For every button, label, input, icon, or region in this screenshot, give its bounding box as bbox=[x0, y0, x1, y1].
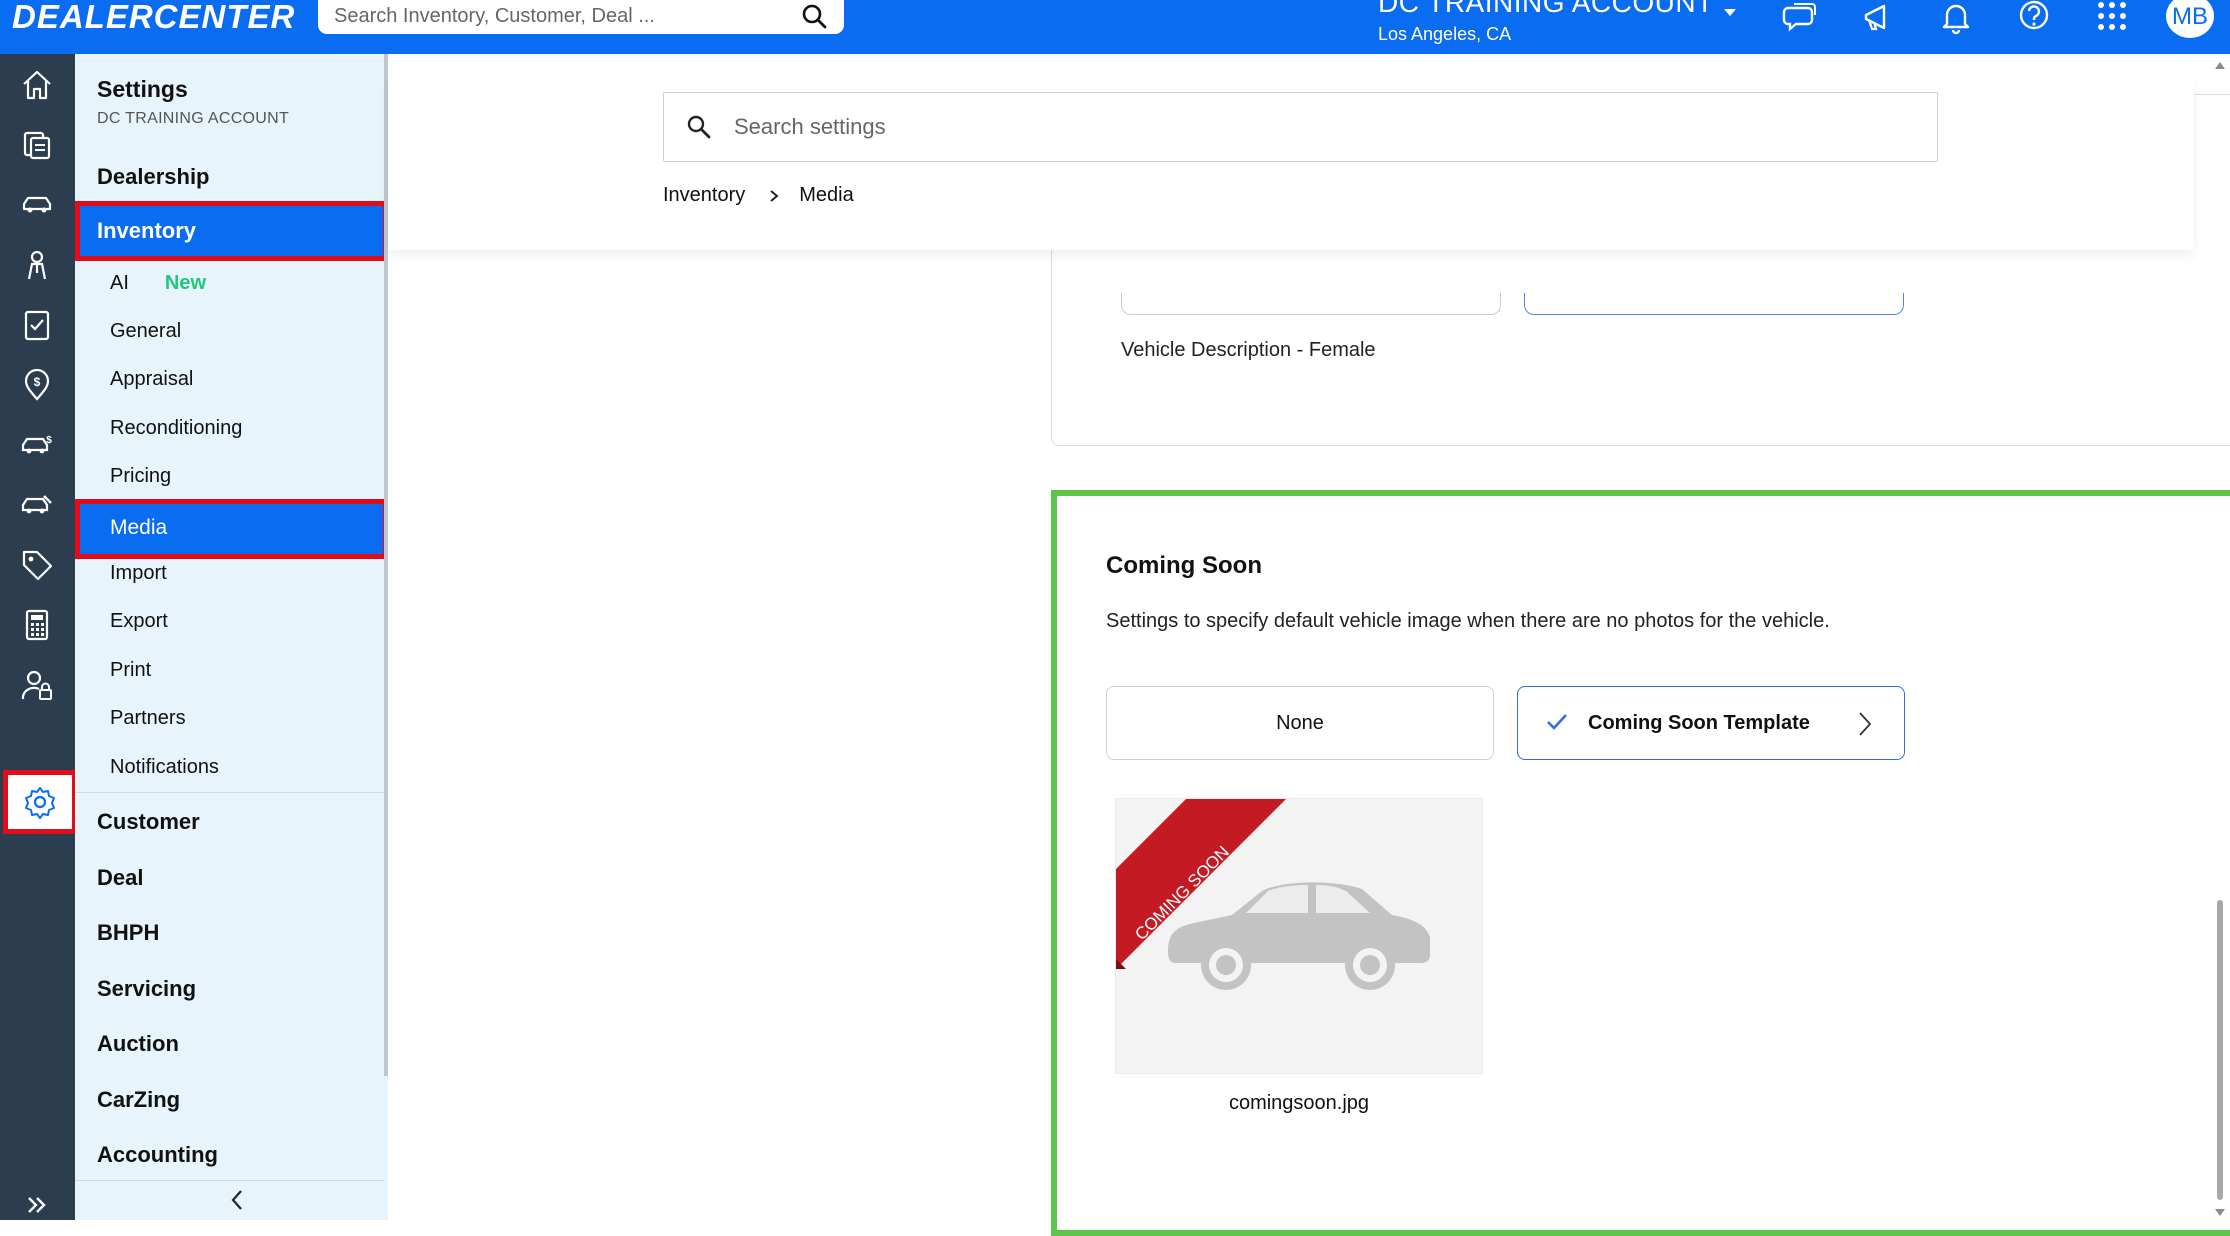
user-avatar[interactable]: MB bbox=[2166, 0, 2214, 38]
sidebar-item-accounting[interactable]: Accounting bbox=[97, 1142, 218, 1168]
settings-search-box[interactable] bbox=[663, 92, 1938, 162]
sidebar-item-appraisal[interactable]: Appraisal bbox=[110, 368, 193, 391]
global-search-input[interactable] bbox=[334, 0, 774, 32]
option-label: Coming Soon Template bbox=[1588, 712, 1810, 734]
account-location: Los Angeles, CA bbox=[1378, 24, 1512, 44]
apps-grid-icon[interactable] bbox=[2094, 0, 2130, 36]
sidebar-item-partners[interactable]: Partners bbox=[110, 707, 186, 730]
option-card-partial[interactable] bbox=[1121, 293, 1501, 315]
tag-icon[interactable] bbox=[20, 548, 54, 582]
breadcrumb-current: Media bbox=[799, 184, 854, 206]
app-logo[interactable]: DEALERCENTER bbox=[12, 0, 295, 34]
expand-double-chevron-icon[interactable] bbox=[24, 1192, 50, 1218]
breadcrumb: Inventory Media bbox=[663, 184, 854, 207]
user-lock-icon[interactable] bbox=[20, 668, 54, 702]
sidebar-footer bbox=[75, 1180, 384, 1220]
collapse-chevron-left-icon[interactable] bbox=[225, 1187, 251, 1213]
search-icon[interactable] bbox=[800, 2, 828, 30]
scroll-up-arrow-icon[interactable] bbox=[2214, 60, 2226, 70]
scroll-down-arrow-icon[interactable] bbox=[2214, 1208, 2226, 1218]
calculator-icon[interactable] bbox=[20, 608, 54, 642]
option-none-button[interactable]: None bbox=[1106, 686, 1494, 760]
chevron-right-icon bbox=[770, 189, 779, 202]
sidebar-item-deal[interactable]: Deal bbox=[97, 865, 143, 891]
coming-soon-image-preview[interactable]: COMING SOON bbox=[1115, 798, 1483, 1074]
sidebar-item-dealership[interactable]: Dealership bbox=[97, 164, 210, 190]
sidebar-item-customer[interactable]: Customer bbox=[97, 809, 200, 835]
sidebar-item-media[interactable]: Media bbox=[75, 499, 388, 559]
settings-search-input[interactable] bbox=[734, 109, 1884, 145]
section-description: Settings to specify default vehicle imag… bbox=[1106, 610, 1830, 632]
vehicle-description-label: Vehicle Description - Female bbox=[1121, 339, 1376, 361]
sidebar-item-label: AI bbox=[110, 272, 129, 294]
sidebar-item-servicing[interactable]: Servicing bbox=[97, 976, 196, 1002]
checklist-icon[interactable] bbox=[20, 308, 54, 342]
top-bar: DEALERCENTER DC TRAINING ACCOUNT Los Ang… bbox=[0, 0, 2230, 54]
sidebar-title: Settings bbox=[97, 76, 188, 102]
sidebar-item-bhph[interactable]: BHPH bbox=[97, 920, 159, 946]
icon-rail: $ $ bbox=[0, 54, 77, 1220]
car-wrench-icon[interactable] bbox=[20, 488, 54, 522]
sidebar-item-print[interactable]: Print bbox=[110, 659, 151, 682]
sidebar-divider bbox=[75, 792, 384, 793]
rail-settings-highlight[interactable] bbox=[3, 770, 77, 834]
help-icon[interactable] bbox=[2016, 0, 2052, 36]
settings-sticky-header: Inventory Media bbox=[388, 78, 2194, 250]
sidebar-item-notifications[interactable]: Notifications bbox=[110, 756, 219, 779]
chat-icon[interactable] bbox=[1782, 0, 1818, 36]
main-content: Vehicle Description - Female Inventory Me… bbox=[388, 54, 2230, 1236]
sidebar-item-ai[interactable]: AI New bbox=[110, 272, 206, 295]
section-title: Coming Soon bbox=[1106, 552, 1262, 579]
sidebar-item-auction[interactable]: Auction bbox=[97, 1031, 179, 1057]
sidebar-item-general[interactable]: General bbox=[110, 320, 181, 343]
option-card-partial-selected[interactable] bbox=[1524, 293, 1904, 315]
bell-icon[interactable] bbox=[1938, 0, 1974, 36]
image-filename: comingsoon.jpg bbox=[1228, 1092, 1370, 1114]
coming-soon-card: Coming Soon Settings to specify default … bbox=[1051, 490, 2230, 1236]
sidebar-item-label: Inventory bbox=[97, 218, 197, 243]
dollar-pin-icon[interactable]: $ bbox=[20, 368, 54, 402]
megaphone-icon[interactable] bbox=[1860, 0, 1896, 36]
sidebar-item-inventory[interactable]: Inventory bbox=[75, 201, 388, 261]
home-icon[interactable] bbox=[20, 68, 54, 102]
search-icon bbox=[687, 115, 711, 139]
sidebar-subtitle: DC TRAINING ACCOUNT bbox=[97, 110, 290, 127]
settings-sidebar: Settings DC TRAINING ACCOUNT Dealership … bbox=[75, 54, 388, 1220]
option-coming-soon-template-button[interactable]: Coming Soon Template bbox=[1517, 686, 1905, 760]
sidebar-item-import[interactable]: Import bbox=[110, 562, 167, 585]
sidebar-item-reconditioning[interactable]: Reconditioning bbox=[110, 417, 242, 440]
chevron-right-icon bbox=[1859, 712, 1872, 736]
svg-text:$: $ bbox=[34, 375, 41, 389]
account-name[interactable]: DC TRAINING ACCOUNT bbox=[1378, 0, 1714, 19]
check-icon bbox=[1547, 714, 1567, 730]
svg-text:$: $ bbox=[46, 435, 52, 446]
sidebar-item-pricing[interactable]: Pricing bbox=[110, 465, 171, 488]
car-placeholder-icon: COMING SOON bbox=[1116, 799, 1430, 990]
documents-icon[interactable] bbox=[20, 128, 54, 162]
gear-icon[interactable] bbox=[23, 785, 57, 819]
global-search-box[interactable] bbox=[318, 0, 844, 34]
car-dollar-icon[interactable]: $ bbox=[20, 428, 54, 462]
caret-down-icon[interactable] bbox=[1718, 0, 1742, 24]
car-icon[interactable] bbox=[20, 188, 54, 222]
breadcrumb-parent[interactable]: Inventory bbox=[663, 184, 745, 206]
scrollbar-thumb[interactable] bbox=[2217, 900, 2223, 1200]
page-scrollbar[interactable] bbox=[2213, 60, 2227, 1220]
sidebar-item-export[interactable]: Export bbox=[110, 610, 168, 633]
sidebar-item-carzing[interactable]: CarZing bbox=[97, 1087, 180, 1113]
person-icon[interactable] bbox=[20, 248, 54, 282]
new-badge: New bbox=[164, 272, 207, 294]
sidebar-item-label: Media bbox=[110, 516, 168, 539]
